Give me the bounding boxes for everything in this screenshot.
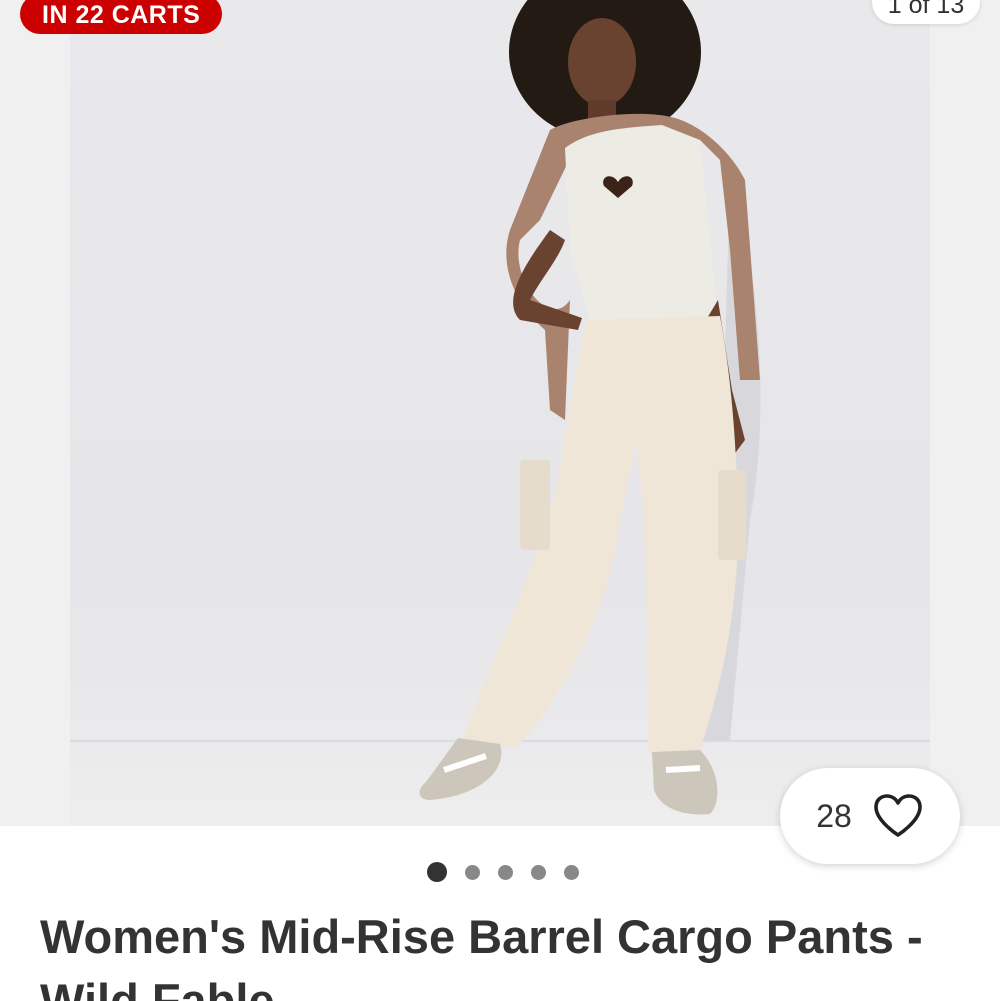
product-title: Women's Mid-Rise Barrel Cargo Pants - Wi… bbox=[40, 910, 923, 1001]
right-sneaker bbox=[652, 750, 718, 815]
carousel-dot-2[interactable] bbox=[465, 864, 480, 880]
face bbox=[568, 18, 636, 106]
tank-top bbox=[565, 125, 718, 322]
in-carts-badge: IN 22 CARTS bbox=[20, 0, 223, 34]
heart-outline-icon bbox=[873, 794, 922, 837]
right-sneaker-laces bbox=[665, 765, 701, 773]
carousel-dot-4[interactable] bbox=[531, 864, 546, 880]
favorite-count: 28 bbox=[816, 797, 852, 834]
carousel-dots bbox=[3, 861, 1000, 883]
left-sneaker bbox=[419, 738, 502, 800]
carousel-dot-1[interactable] bbox=[427, 862, 447, 882]
model-photo bbox=[419, 0, 761, 815]
carousel-dot-3[interactable] bbox=[498, 864, 513, 880]
image-counter: 1 of 13 bbox=[872, 0, 980, 24]
product-image[interactable]: IN 22 CARTS 1 of 13 28 bbox=[0, 0, 1000, 864]
left-cargo-pocket bbox=[520, 460, 550, 550]
right-cargo-pocket bbox=[718, 470, 746, 560]
carousel-dot-5[interactable] bbox=[564, 864, 579, 880]
product-detail-screen: IN 22 CARTS 1 of 13 28 Women's Mid-Rise … bbox=[0, 0, 1000, 1001]
cargo-pants bbox=[462, 316, 738, 752]
favorite-button[interactable]: 28 bbox=[780, 768, 960, 864]
